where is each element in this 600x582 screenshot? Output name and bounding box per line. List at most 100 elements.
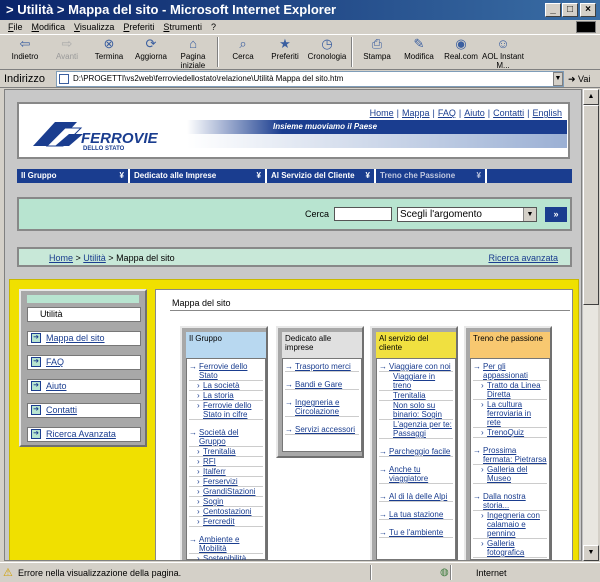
menu-preferiti[interactable]: Preferiti	[123, 20, 154, 34]
scroll-thumb[interactable]	[583, 105, 599, 305]
toolbar-avanti-button[interactable]: ⇨ Avanti	[46, 35, 88, 69]
top-link-mappa[interactable]: Mappa	[402, 108, 430, 118]
advanced-search-link[interactable]: Ricerca avanzata	[488, 250, 558, 266]
sitemap-link[interactable]: GrandiStazioni	[189, 487, 263, 497]
sitemap-link[interactable]: Italferr	[189, 467, 263, 477]
breadcrumb-utilita[interactable]: Utilità	[83, 253, 106, 263]
left-menu-aiuto[interactable]: ➜ Aiuto	[27, 379, 141, 394]
sitemap-link[interactable]: La cultura ferroviaria in rete	[473, 400, 547, 428]
go-button[interactable]: ➜ Vai	[568, 71, 590, 87]
top-link-home[interactable]: Home	[370, 108, 394, 118]
sitemap-link[interactable]: Sostenibilità Ambientale	[189, 554, 263, 560]
scroll-down-button[interactable]: ▼	[583, 545, 599, 561]
nav-dedicato-alle-imprese[interactable]: Dedicato alle Imprese ¥	[130, 169, 267, 183]
sitemap-link[interactable]: Galleria del Museo	[473, 465, 547, 484]
sitemap-link[interactable]: Ingegneria e Circolazione	[285, 398, 359, 417]
toolbar-pagina-iniziale-button[interactable]: ⌂ Pagina iniziale	[172, 35, 214, 71]
sitemap-link[interactable]: Ferrovie dello Stato	[189, 362, 263, 381]
sitemap-link[interactable]: TrenoQuiz	[473, 428, 547, 438]
sitemap-link[interactable]: Anche tu viaggiatore	[379, 465, 453, 484]
left-menu-ricerca-avanzata[interactable]: ➜ Ricerca Avanzata	[27, 427, 141, 442]
sitemap-link[interactable]: Bandi e Gare	[285, 380, 359, 390]
vertical-scrollbar[interactable]: ▲ ▼	[582, 89, 599, 561]
topic-select[interactable]: Scegli l'argomento ▼	[397, 207, 537, 222]
sitemap-link[interactable]: Società del Gruppo	[189, 428, 263, 447]
nav-treno-che-passione[interactable]: Treno che Passione ¥	[376, 169, 487, 183]
top-link-contatti[interactable]: Contatti	[493, 108, 524, 118]
menu-file[interactable]: File	[8, 20, 23, 34]
sitemap-link[interactable]: Tratto da Linea Diretta	[473, 381, 547, 400]
menu-strumenti[interactable]: Strumenti	[163, 20, 202, 34]
warning-icon[interactable]: ⚠	[3, 564, 13, 582]
toolbar-indietro-button[interactable]: ⇦ Indietro	[4, 35, 46, 69]
home-icon: ⌂	[189, 36, 197, 51]
left-menu-contatti[interactable]: ➜ Contatti	[27, 403, 141, 418]
nav-il-gruppo[interactable]: Il Gruppo ¥	[17, 169, 130, 183]
menu-help[interactable]: ?	[211, 20, 216, 34]
sitemap-link[interactable]: Trenitalia	[189, 447, 263, 457]
toolbar-preferiti-button[interactable]: ★ Preferiti	[264, 35, 306, 69]
sitemap-link[interactable]: Ambiente e Mobilità	[189, 535, 263, 554]
sitemap-link[interactable]: Non solo su binario: Sogin	[379, 401, 453, 420]
sitemap-link[interactable]: Fercredit	[189, 517, 263, 527]
sitemap-link[interactable]: RFI	[189, 457, 263, 467]
sitemap-link[interactable]: Centostazioni	[189, 507, 263, 517]
address-input[interactable]: D:\PROGETTI\vs2web\ferroviedellostato\re…	[56, 71, 564, 87]
sitemap-link[interactable]: La tua stazione	[379, 510, 453, 520]
toolbar-cerca-button[interactable]: ⌕ Cerca	[222, 35, 264, 69]
toolbar: ⇦ Indietro ⇨ Avanti ⊗ Termina ⟳ Aggiorna ⌂ Pagina…	[0, 34, 600, 70]
forward-arrow-icon: ⇨	[61, 36, 73, 51]
minimize-button[interactable]: _	[545, 3, 561, 17]
address-dropdown-button[interactable]: ▼	[553, 72, 563, 86]
toolbar-termina-button[interactable]: ⊗ Termina	[88, 35, 130, 69]
column-links: Per gli appassionatiTratto da Linea Dire…	[470, 358, 550, 560]
sitemap-link[interactable]: La storia	[189, 391, 263, 401]
nav-al-servizio-del-cliente[interactable]: Al Servizio del Cliente ¥	[267, 169, 376, 183]
scroll-up-button[interactable]: ▲	[583, 89, 599, 105]
sitemap-link[interactable]: Trasporto merci	[285, 362, 359, 372]
sitemap-link[interactable]: Parcheggio facile	[379, 447, 453, 457]
sitemap-link[interactable]: Al di là delle Alpi	[379, 492, 453, 502]
sitemap-link[interactable]: Prossima fermata: Pietrarsa	[473, 446, 547, 465]
sitemap-link[interactable]: Ferservizi	[189, 477, 263, 487]
toolbar-real-com-button[interactable]: ◉ Real.com	[440, 35, 482, 69]
sitemap-link[interactable]: Galleria fotografica	[473, 539, 547, 558]
link-gap	[283, 417, 361, 422]
top-link-english[interactable]: English	[532, 108, 562, 118]
left-menu-label: Ricerca Avanzata	[46, 429, 116, 439]
sitemap-link[interactable]: Ferrovie dello Stato in cifre	[189, 401, 263, 420]
sitemap-link[interactable]: Ingegneria con calamaio e pennino	[473, 511, 547, 539]
toolbar-modifica-button[interactable]: ✎ Modifica	[398, 35, 440, 69]
toolbar-aol-instant-m-button[interactable]: ☺ AOL Instant M...	[482, 35, 524, 71]
breadcrumb-home[interactable]: Home	[49, 253, 73, 263]
toolbar-cronologia-button[interactable]: ◷ Cronologia	[306, 35, 348, 69]
toolbar-stampa-button[interactable]: ⎙ Stampa	[356, 35, 398, 69]
sitemap-link[interactable]: L'agenzia per te: Passaggi	[379, 420, 453, 439]
sitemap-link[interactable]: Tu e l'ambiente	[379, 528, 453, 538]
sitemap-link[interactable]: Viaggiare in treno	[379, 372, 453, 391]
top-link-aiuto[interactable]: Aiuto	[464, 108, 485, 118]
sitemap-link[interactable]: Sogin	[189, 497, 263, 507]
menu-modifica[interactable]: Modifica	[32, 20, 66, 34]
sitemap-link[interactable]: Per gli appassionati	[473, 362, 547, 381]
close-button[interactable]: ×	[580, 3, 596, 17]
toolbar-aggiorna-button[interactable]: ⟳ Aggiorna	[130, 35, 172, 69]
sitemap-link[interactable]: La società	[189, 381, 263, 391]
left-menu-mappa-del-sito[interactable]: ➜ Mappa del sito	[27, 331, 141, 346]
chevron-down-icon: ¥	[365, 171, 370, 180]
left-menu-faq[interactable]: ➜ FAQ	[27, 355, 141, 370]
fs-logo[interactable]: FERROVIE DELLO STATO	[25, 108, 185, 156]
breadcrumb-bar: Home > Utilità > Mappa del sito Ricerca …	[17, 247, 572, 267]
sitemap-link[interactable]: Dalla nostra storia...	[473, 492, 547, 511]
search-go-button[interactable]: »	[545, 207, 567, 222]
search-input[interactable]	[334, 207, 392, 221]
address-label: Indirizzo	[4, 73, 45, 85]
back-arrow-icon: ⇦	[19, 36, 31, 51]
sitemap-link[interactable]: Trenitalia	[379, 391, 453, 401]
chevron-down-icon: ¥	[476, 171, 481, 180]
top-link-faq[interactable]: FAQ	[438, 108, 456, 118]
maximize-button[interactable]: □	[562, 3, 578, 17]
sitemap-link[interactable]: Servizi accessori	[285, 425, 359, 435]
menu-visualizza[interactable]: Visualizza	[74, 20, 114, 34]
sitemap-link[interactable]: Viaggiare con noi	[379, 362, 453, 372]
